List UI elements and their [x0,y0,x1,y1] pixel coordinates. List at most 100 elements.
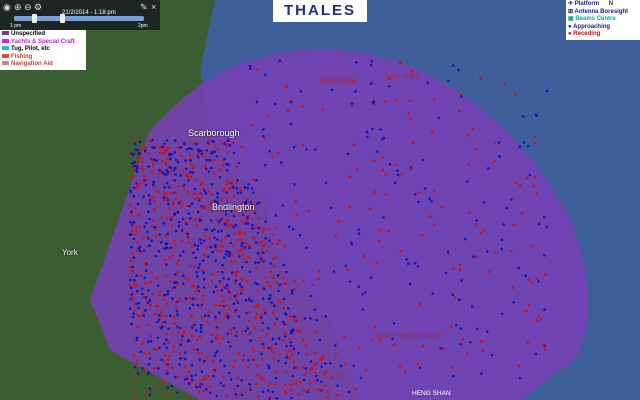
close-icon[interactable]: × [151,3,160,12]
radar-return-dot [513,93,517,96]
radar-return-dot [214,303,217,307]
radar-return-dot [388,163,392,166]
radar-return-dot [149,339,153,343]
radar-return-dot [241,241,244,245]
radar-return-dot [450,366,453,369]
radar-return-dot [142,236,145,239]
radar-return-dot [227,251,231,254]
settings-icon[interactable]: ⚙ [34,3,43,12]
radar-return-dot [180,229,184,232]
map-canvas[interactable] [0,0,640,400]
radar-return-dot [189,265,192,268]
radar-return-dot [192,166,195,170]
radar-return-dot [165,139,169,142]
vessel-label[interactable]: BESTOONE [320,78,356,85]
radar-return-dot [395,99,398,102]
radar-return-dot [165,332,169,336]
radar-return-dot [170,392,173,395]
slider-start-handle[interactable] [32,14,37,23]
radar-return-dot [183,378,187,381]
radar-return-dot [144,309,147,312]
radar-return-dot [293,280,296,283]
radar-return-dot [214,318,217,322]
radar-return-dot [232,302,236,306]
radar-return-dot [314,352,317,355]
radar-return-dot [479,231,483,235]
radar-return-dot [247,182,250,186]
radar-return-dot [329,362,332,365]
ship-icon [2,31,9,36]
radar-return-dot [219,168,222,172]
radar-return-dot [284,389,287,393]
legend-label: Beams Centre [575,16,616,22]
radar-return-dot [203,206,207,210]
radar-return-dot [204,164,207,167]
radar-return-dot [343,335,346,339]
radar-return-dot [129,176,133,179]
radar-return-dot [150,195,153,199]
radar-return-dot [500,247,504,251]
radar-return-dot [148,389,152,392]
globe-icon[interactable]: ◉ [3,3,12,12]
radar-return-dot [180,204,184,207]
radar-return-dot [199,183,203,187]
radar-return-dot [510,249,513,253]
radar-return-dot [173,213,176,216]
radar-return-dot [229,328,233,332]
radar-return-dot [292,359,296,363]
radar-return-dot [144,269,148,273]
radar-return-dot [295,381,299,385]
radar-return-dot [246,327,250,330]
radar-return-dot [227,277,230,281]
radar-return-dot [163,258,167,262]
zoom-out-icon[interactable]: ⊖ [24,3,33,12]
radar-return-dot [142,314,145,317]
radar-return-dot [164,242,168,246]
radar-return-dot [194,297,197,300]
radar-return-dot [138,140,142,144]
slider-current-handle[interactable] [60,14,65,23]
radar-return-dot [190,333,193,337]
vessel-label[interactable]: MATTERHORN SPIRIT [375,333,443,340]
radar-return-dot [260,316,263,319]
radar-return-dot [161,321,164,324]
radar-return-dot [354,90,357,93]
radar-return-dot [187,278,190,281]
radar-return-dot [134,379,137,382]
radar-return-dot [142,195,145,199]
radar-return-dot [307,209,311,213]
slider-start-label: 1 pm [10,23,22,29]
radar-return-dot [173,178,176,182]
vessel-label[interactable]: HENG SHAN [412,390,451,397]
radar-return-dot [240,244,243,247]
radar-return-dot [252,326,256,330]
zoom-in-icon[interactable]: ⊕ [14,3,23,12]
radar-return-dot [182,282,185,286]
radar-return-dot [165,314,168,318]
radar-return-dot [512,224,516,227]
radar-return-dot [384,173,388,176]
radar-return-dot [221,375,225,378]
radar-return-dot [195,287,199,290]
radar-return-dot [534,352,538,356]
radar-return-dot [282,338,285,342]
radar-return-dot [246,256,250,259]
radar-return-dot [233,259,237,263]
radar-return-dot [208,237,211,240]
radar-return-dot [230,224,234,227]
radar-return-dot [241,253,245,257]
radar-return-dot [418,366,422,370]
radar-return-dot [129,307,132,311]
vessel-label[interactable]: LISA TAMA [386,73,419,80]
wrench-icon[interactable]: ✎ [140,3,149,12]
radar-return-dot [297,393,301,396]
radar-return-dot [132,256,136,259]
radar-return-dot [295,329,299,333]
radar-return-dot [147,340,150,343]
radar-return-dot [500,312,504,316]
radar-return-dot [130,322,133,326]
time-slider[interactable] [14,14,144,23]
radar-return-dot [205,158,208,162]
radar-return-dot [185,148,189,151]
radar-return-dot [193,243,197,247]
